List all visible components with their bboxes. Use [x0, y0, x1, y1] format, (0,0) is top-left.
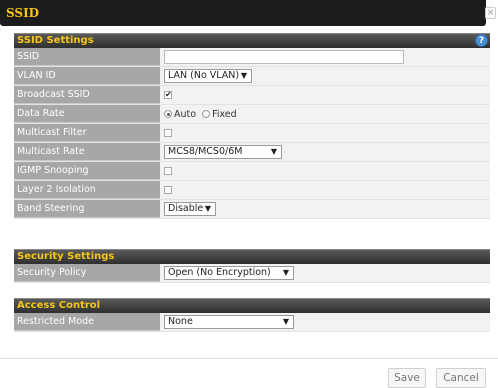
data-rate-row: Data Rate Auto Fixed — [14, 105, 490, 124]
security-policy-row: Security Policy Open (No Encryption) ▼ — [14, 264, 490, 283]
igmp-snooping-label: IGMP Snooping — [14, 162, 160, 180]
restricted-mode-value: None — [168, 316, 193, 327]
broadcast-ssid-label: Broadcast SSID — [14, 86, 160, 104]
access-control-header: Access Control — [14, 298, 490, 313]
multicast-filter-row: Multicast Filter — [14, 124, 490, 143]
broadcast-ssid-row: Broadcast SSID ✔ — [14, 86, 490, 105]
access-control-title: Access Control — [17, 300, 101, 311]
dialog-title-bar: SSID — [0, 0, 486, 26]
igmp-snooping-checkbox[interactable] — [164, 167, 172, 175]
chevron-down-icon: ▼ — [204, 204, 211, 213]
vlan-id-value: LAN (No VLAN) — [168, 70, 240, 81]
ssid-row: SSID — [14, 48, 490, 67]
multicast-filter-label: Multicast Filter — [14, 124, 160, 142]
band-steering-row: Band Steering Disable ▼ — [14, 200, 490, 219]
security-policy-value: Open (No Encryption) — [168, 267, 271, 278]
multicast-rate-label: Multicast Rate — [14, 143, 160, 161]
ssid-label: SSID — [14, 48, 160, 66]
ssid-settings-title: SSID Settings — [17, 35, 94, 46]
data-rate-auto-label: Auto — [174, 108, 197, 120]
vlan-id-row: VLAN ID LAN (No VLAN) ▼ — [14, 67, 490, 86]
chevron-down-icon: ▼ — [282, 268, 289, 277]
layer2-isolation-checkbox[interactable] — [164, 186, 172, 194]
layer2-isolation-label: Layer 2 Isolation — [14, 181, 160, 199]
chevron-down-icon: ▼ — [270, 147, 277, 156]
data-rate-label: Data Rate — [14, 105, 160, 123]
access-control-section: Access Control Restricted Mode None ▼ — [14, 298, 490, 332]
security-settings-section: Security Settings Security Policy Open (… — [14, 249, 490, 283]
vlan-id-label: VLAN ID — [14, 67, 160, 85]
band-steering-select[interactable]: Disable ▼ — [164, 202, 216, 216]
vlan-id-select[interactable]: LAN (No VLAN) ▼ — [164, 69, 252, 83]
restricted-mode-row: Restricted Mode None ▼ — [14, 313, 490, 332]
security-settings-header: Security Settings — [14, 249, 490, 264]
ssid-settings-header: SSID Settings ? — [14, 33, 490, 48]
ssid-input[interactable] — [164, 50, 404, 64]
close-icon[interactable]: × — [485, 7, 496, 19]
layer2-isolation-row: Layer 2 Isolation — [14, 181, 490, 200]
save-button[interactable]: Save — [388, 368, 426, 388]
data-rate-auto-radio[interactable] — [164, 110, 172, 118]
igmp-snooping-row: IGMP Snooping — [14, 162, 490, 181]
broadcast-ssid-checkbox[interactable]: ✔ — [164, 91, 172, 99]
security-policy-select[interactable]: Open (No Encryption) ▼ — [164, 266, 294, 280]
multicast-rate-select[interactable]: MCS8/MCS0/6M ▼ — [164, 145, 282, 159]
dialog-title: SSID — [6, 6, 40, 20]
footer-divider — [0, 358, 498, 359]
chevron-down-icon: ▼ — [282, 317, 289, 326]
cancel-button[interactable]: Cancel — [436, 368, 486, 388]
restricted-mode-label: Restricted Mode — [14, 313, 160, 331]
band-steering-value: Disable — [168, 203, 204, 214]
multicast-rate-value: MCS8/MCS0/6M — [168, 146, 243, 157]
chevron-down-icon: ▼ — [240, 71, 247, 80]
multicast-rate-row: Multicast Rate MCS8/MCS0/6M ▼ — [14, 143, 490, 162]
security-policy-label: Security Policy — [14, 264, 160, 282]
data-rate-fixed-radio[interactable] — [202, 110, 211, 118]
ssid-settings-section: SSID Settings ? SSID VLAN ID LAN (No VLA… — [14, 33, 490, 219]
band-steering-label: Band Steering — [14, 200, 160, 218]
multicast-filter-checkbox[interactable] — [164, 129, 172, 137]
security-settings-title: Security Settings — [17, 251, 115, 262]
help-icon[interactable]: ? — [475, 34, 488, 47]
restricted-mode-select[interactable]: None ▼ — [164, 315, 294, 329]
data-rate-fixed-label: Fixed — [212, 108, 237, 120]
